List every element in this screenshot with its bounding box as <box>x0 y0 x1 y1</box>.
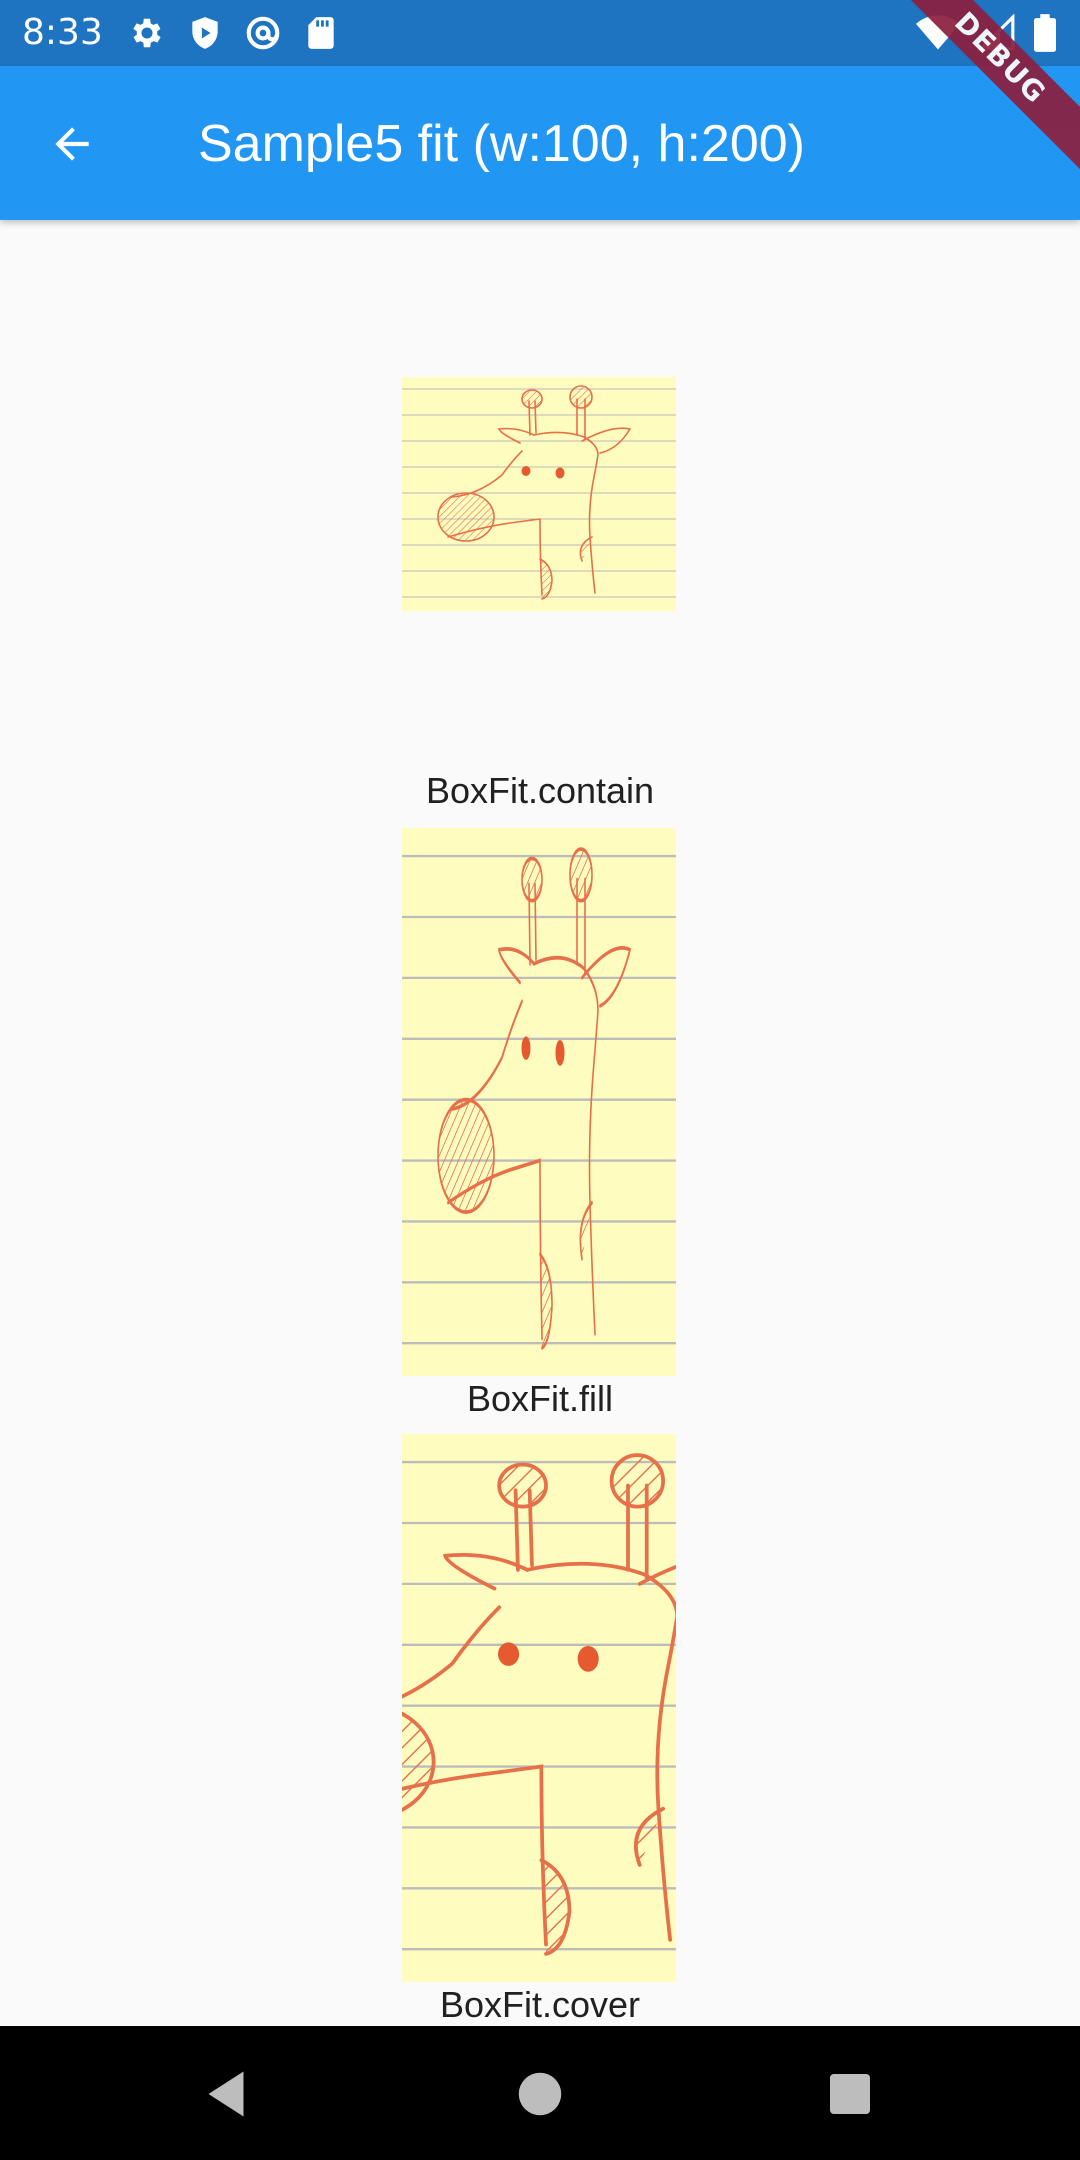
nav-home-button[interactable] <box>510 2064 570 2124</box>
page-title: Sample5 fit (w:100, h:200) <box>198 115 805 173</box>
giraffe-drawing-contain <box>402 377 676 611</box>
sd-card-icon <box>308 17 334 49</box>
back-button[interactable] <box>36 108 108 180</box>
status-bar: 8:33 <box>0 0 1080 66</box>
sample-fill-box <box>402 828 676 1376</box>
status-time: 8:33 <box>22 12 103 53</box>
caption-fill: BoxFit.fill <box>466 1378 614 1419</box>
navigation-bar <box>0 2026 1080 2160</box>
giraffe-drawing-cover <box>402 1434 676 1982</box>
caption-contain: BoxFit.contain <box>425 770 655 811</box>
gear-icon <box>133 18 161 48</box>
back-triangle-icon <box>208 2071 244 2117</box>
nav-recents-button[interactable] <box>820 2064 880 2124</box>
battery-icon <box>1034 14 1056 52</box>
caption-cover: BoxFit.cover <box>439 1984 641 2025</box>
status-icons-left <box>128 14 340 52</box>
recents-square-icon <box>830 2074 870 2114</box>
arrow-left-icon <box>55 127 89 161</box>
home-circle-icon <box>518 2072 562 2116</box>
shield-play-icon <box>192 17 218 49</box>
giraffe-drawing-fill <box>402 828 676 1376</box>
nav-back-button[interactable] <box>196 2064 256 2124</box>
image-samples: BoxFit.contain BoxFit.fill BoxFit.cover <box>0 220 1080 2026</box>
at-sign-icon <box>246 16 280 50</box>
app-bar: Sample5 fit (w:100, h:200) <box>0 66 1080 220</box>
sample-cover-box <box>402 1434 676 1982</box>
sample-contain-box <box>402 220 676 768</box>
